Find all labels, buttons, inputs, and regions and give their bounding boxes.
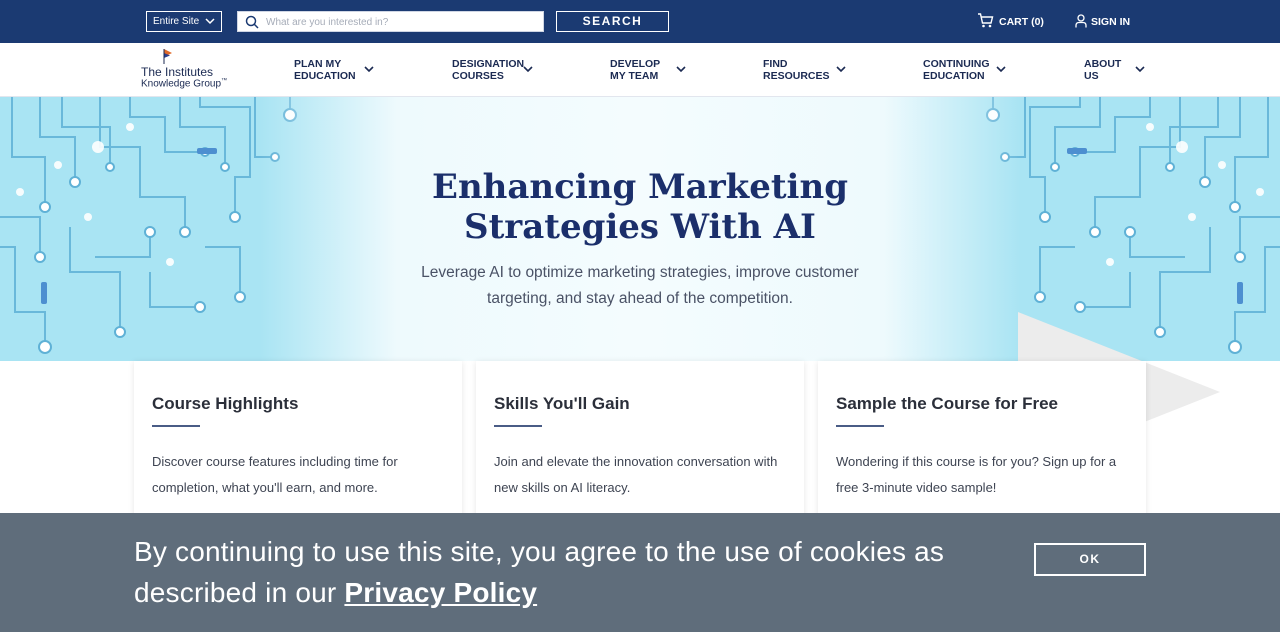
logo-text-line2: Knowledge Group™ bbox=[141, 78, 227, 89]
chevron-down-icon bbox=[1135, 64, 1145, 73]
card-skills-you-gain[interactable]: Skills You'll Gain Join and elevate the … bbox=[476, 361, 804, 521]
chevron-down-icon bbox=[364, 64, 374, 73]
search-box bbox=[237, 11, 544, 32]
logo-trademark: ™ bbox=[221, 78, 228, 84]
card-divider bbox=[152, 425, 200, 427]
card-title: Sample the Course for Free bbox=[836, 394, 1059, 413]
chevron-down-icon bbox=[205, 12, 215, 38]
card-sample-course[interactable]: Sample the Course for Free Wondering if … bbox=[818, 361, 1146, 521]
cookie-ok-button[interactable]: OK bbox=[1034, 543, 1146, 576]
main-navigation: The Institutes Knowledge Group™ PLAN MY … bbox=[0, 43, 1280, 97]
logo-flag-icon bbox=[162, 49, 174, 64]
search-button[interactable]: SEARCH bbox=[556, 11, 669, 32]
chevron-down-icon bbox=[996, 64, 1006, 73]
logo-text-line1: The Institutes bbox=[141, 65, 214, 79]
cart-label: CART (0) bbox=[999, 16, 1044, 28]
card-divider bbox=[836, 425, 884, 427]
nav-label: FIND RESOURCES bbox=[763, 58, 830, 82]
card-body: Join and elevate the innovation conversa… bbox=[494, 454, 778, 495]
cookie-consent-banner: By continuing to use this site, you agre… bbox=[0, 513, 1280, 632]
user-icon bbox=[1075, 13, 1087, 31]
nav-about-us[interactable]: ABOUT US bbox=[1084, 58, 1159, 84]
nav-label: PLAN MY EDUCATION bbox=[294, 58, 356, 82]
card-title: Skills You'll Gain bbox=[494, 394, 630, 413]
search-scope-select[interactable]: Entire Site bbox=[146, 11, 222, 32]
top-utility-bar: Entire Site SEARCH CART (0) SIGN IN bbox=[0, 0, 1280, 43]
card-body: Discover course features including time … bbox=[152, 454, 398, 495]
nav-plan-my-education[interactable]: PLAN MY EDUCATION bbox=[294, 58, 374, 84]
nav-label: DESIGNATION COURSES bbox=[452, 58, 525, 82]
sign-in-link[interactable]: SIGN IN bbox=[1075, 12, 1130, 32]
nav-designation-courses[interactable]: DESIGNATION COURSES bbox=[452, 58, 533, 84]
nav-label: ABOUT US bbox=[1084, 58, 1122, 82]
chevron-down-icon bbox=[836, 64, 846, 73]
cart-link[interactable]: CART (0) bbox=[977, 12, 1044, 32]
search-input[interactable] bbox=[266, 14, 536, 30]
sign-in-label: SIGN IN bbox=[1091, 16, 1131, 28]
institutes-logo[interactable]: The Institutes Knowledge Group™ bbox=[140, 48, 236, 92]
card-course-highlights[interactable]: Course Highlights Discover course featur… bbox=[134, 361, 462, 521]
nav-label: DEVELOP MY TEAM bbox=[610, 58, 661, 82]
hero-subtitle: Leverage AI to optimize marketing strate… bbox=[421, 264, 859, 307]
privacy-policy-link[interactable]: Privacy Policy bbox=[344, 577, 537, 608]
nav-find-resources[interactable]: FIND RESOURCES bbox=[763, 58, 846, 84]
chevron-down-icon bbox=[676, 64, 686, 73]
chevron-down-icon bbox=[523, 64, 533, 73]
hero-title: Enhancing Marketing Strategies With AI bbox=[432, 167, 848, 247]
cart-icon bbox=[977, 13, 994, 31]
card-divider bbox=[494, 425, 542, 427]
search-icon bbox=[245, 15, 259, 29]
card-title: Course Highlights bbox=[152, 394, 299, 413]
card-body: Wondering if this course is for you? Sig… bbox=[836, 454, 1117, 495]
cookie-message-text: By continuing to use this site, you agre… bbox=[134, 536, 945, 608]
cookie-message: By continuing to use this site, you agre… bbox=[134, 531, 994, 613]
logo-text-main: Knowledge Group bbox=[141, 78, 222, 90]
search-scope-value: Entire Site bbox=[153, 16, 200, 27]
nav-label: CONTINUING EDUCATION bbox=[923, 58, 990, 82]
nav-continuing-education[interactable]: CONTINUING EDUCATION bbox=[923, 58, 1006, 84]
nav-develop-my-team[interactable]: DEVELOP MY TEAM bbox=[610, 58, 686, 84]
